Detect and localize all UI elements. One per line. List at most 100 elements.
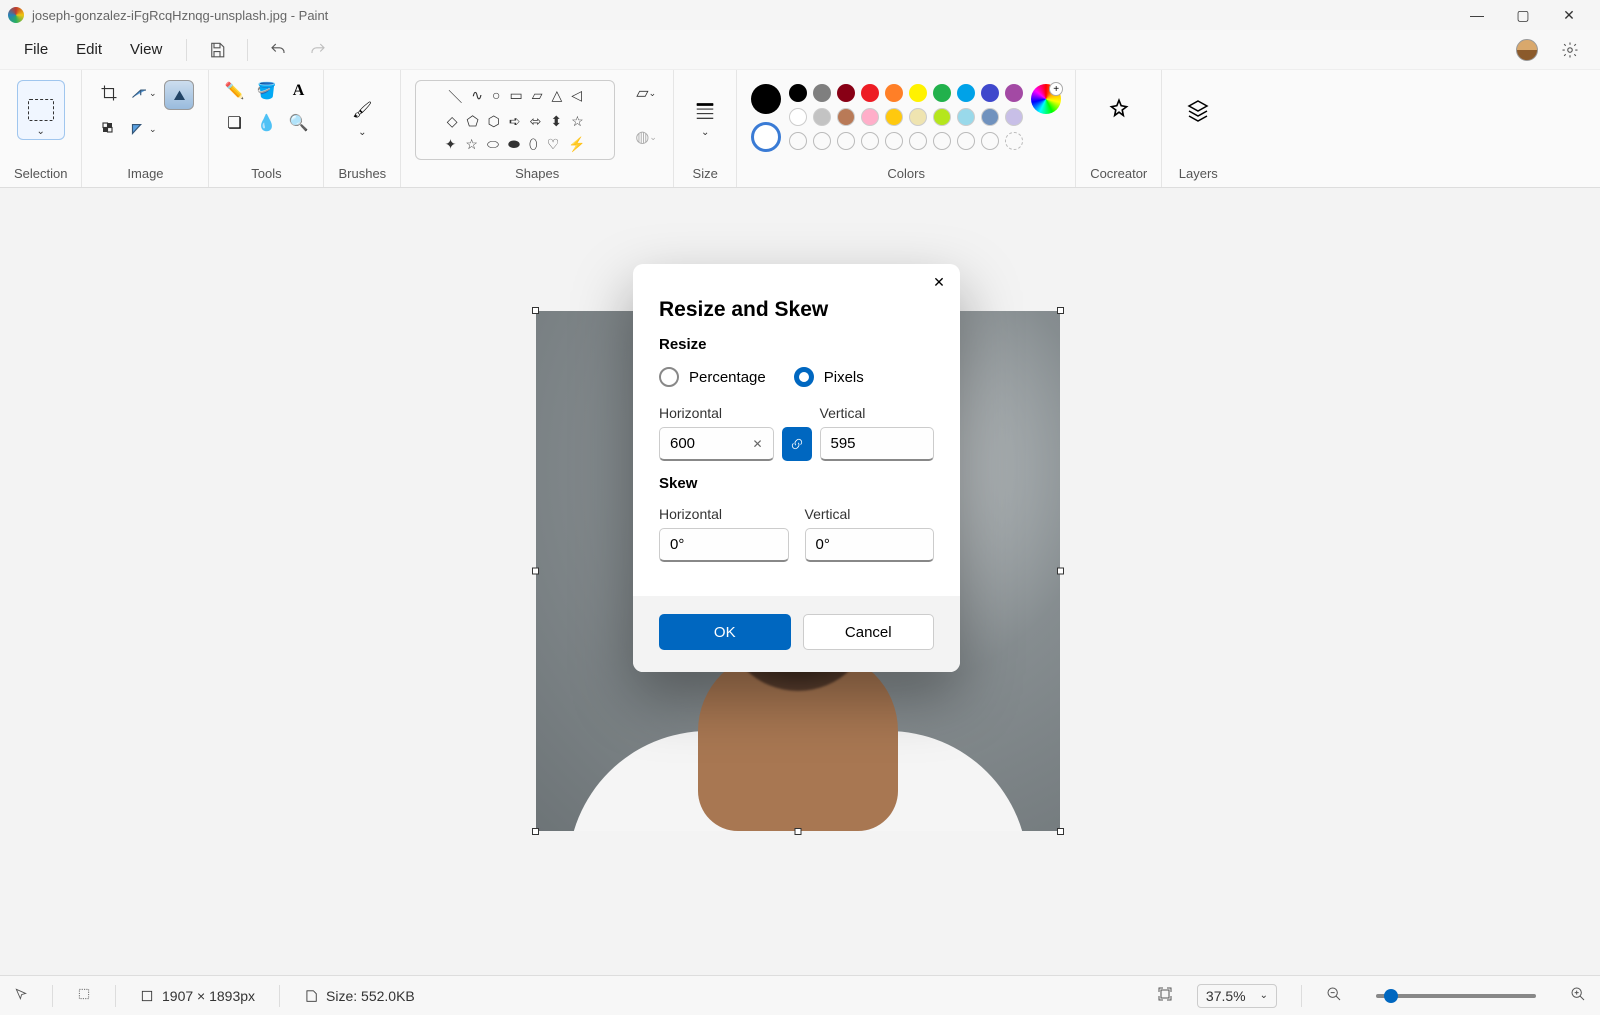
shapes-palette[interactable]: ＼∿○▭▱△◁ ◇⬠⬡➪⬄⬍☆ ✦☆⬭⬬⬯♡⚡ [415,80,615,160]
layers-button[interactable] [1176,80,1220,140]
color-swatch[interactable] [909,108,927,126]
color-swatch[interactable] [933,84,951,102]
maximize-button[interactable]: ▢ [1500,0,1546,30]
group-cocreator: Cocreator [1076,70,1162,187]
rotate-icon[interactable]: ⌄ [130,116,156,142]
text-icon[interactable]: A [287,80,309,102]
radio-pixels[interactable]: Pixels [794,367,864,387]
empty-color-slot[interactable] [957,132,975,150]
horizontal-input[interactable]: 600✕ [659,427,774,461]
eraser-icon[interactable]: ❏ [223,112,245,134]
crop-icon[interactable] [96,80,122,106]
group-brushes: 🖌⌄ Brushes [324,70,401,187]
zoom-in-icon[interactable] [1570,986,1586,1006]
empty-color-slot[interactable] [861,132,879,150]
group-layers: Layers [1162,70,1234,187]
resize-icon[interactable]: ⌄ [130,80,156,106]
empty-color-slot[interactable] [885,132,903,150]
edit-colors-icon[interactable] [1031,84,1061,114]
magnifier-icon[interactable]: 🔍 [287,112,309,134]
color-swatch[interactable] [861,84,879,102]
menu-view[interactable]: View [116,35,176,64]
skew-vertical-input[interactable]: 0° [805,528,935,562]
fill-icon[interactable]: 🪣 [255,80,277,102]
color-palette [789,84,1023,150]
resize-handle[interactable] [532,828,539,835]
close-window-button[interactable]: ✕ [1546,0,1592,30]
transparent-selection-icon[interactable] [96,116,122,142]
color-swatch[interactable] [981,84,999,102]
empty-color-slot[interactable] [789,132,807,150]
minimize-button[interactable]: ― [1454,0,1500,30]
undo-icon[interactable] [262,34,294,66]
resize-handle[interactable] [1057,307,1064,314]
image-preview-icon[interactable] [164,80,194,110]
size-button[interactable]: ⌄ [688,80,722,140]
file-size: Size: 552.0KB [304,988,415,1004]
color-swatch[interactable] [837,84,855,102]
color-1[interactable] [751,84,781,114]
color-swatch[interactable] [861,108,879,126]
color-swatch[interactable] [957,108,975,126]
brushes-button[interactable]: 🖌⌄ [345,80,379,140]
zoom-slider[interactable] [1376,994,1536,998]
resize-handle[interactable] [795,828,802,835]
color-swatch[interactable] [837,108,855,126]
empty-color-slot[interactable] [909,132,927,150]
group-colors: Colors [737,70,1076,187]
vertical-input[interactable]: 595 [820,427,935,461]
maintain-aspect-button[interactable] [782,427,812,461]
color-swatch[interactable] [933,108,951,126]
zoom-combo[interactable]: 37.5%⌄ [1197,984,1277,1008]
color-swatch[interactable] [1005,108,1023,126]
shape-fill-icon[interactable]: ◍ ⌄ [633,124,659,150]
eyedropper-icon[interactable]: 💧 [255,112,277,134]
skew-horizontal-input[interactable]: 0° [659,528,789,562]
empty-color-slot[interactable] [981,132,999,150]
color-swatch[interactable] [885,84,903,102]
resize-handle[interactable] [1057,828,1064,835]
shape-outline-icon[interactable]: ▱ ⌄ [633,80,659,106]
color-swatch[interactable] [981,108,999,126]
settings-icon[interactable] [1554,34,1586,66]
cancel-button[interactable]: Cancel [803,614,935,650]
empty-color-slot[interactable] [933,132,951,150]
resize-section-label: Resize [659,336,934,353]
ok-button[interactable]: OK [659,614,791,650]
empty-color-slot[interactable] [813,132,831,150]
dialog-close-button[interactable]: ✕ [924,268,954,296]
zoom-out-icon[interactable] [1326,986,1342,1006]
color-swatch[interactable] [789,84,807,102]
menu-file[interactable]: File [10,35,62,64]
cocreator-button[interactable] [1097,80,1141,140]
color-swatch[interactable] [813,84,831,102]
resize-handle[interactable] [532,307,539,314]
save-icon[interactable] [201,34,233,66]
color-swatch[interactable] [789,108,807,126]
skew-horizontal-label: Horizontal [659,506,789,522]
group-selection: ⌄ Selection [0,70,82,187]
menu-edit[interactable]: Edit [62,35,116,64]
menu-bar: File Edit View [0,30,1600,70]
empty-color-slot[interactable] [1005,132,1023,150]
selection-tool[interactable]: ⌄ [17,80,65,140]
fit-to-screen-icon[interactable] [1157,986,1173,1006]
group-tools: ✏️ 🪣 A ❏ 💧 🔍 Tools [209,70,324,187]
empty-color-slot[interactable] [837,132,855,150]
color-swatch[interactable] [957,84,975,102]
color-2[interactable] [751,122,781,152]
ribbon: ⌄ Selection ⌄ ⌄ Image ✏️ [0,70,1600,188]
resize-handle[interactable] [1057,568,1064,575]
pencil-icon[interactable]: ✏️ [223,80,245,102]
color-swatch[interactable] [1005,84,1023,102]
color-swatch[interactable] [909,84,927,102]
radio-percentage[interactable]: Percentage [659,367,766,387]
vertical-label: Vertical [820,405,935,421]
resize-handle[interactable] [532,568,539,575]
color-swatch[interactable] [813,108,831,126]
group-shapes: ＼∿○▭▱△◁ ◇⬠⬡➪⬄⬍☆ ✦☆⬭⬬⬯♡⚡ ▱ ⌄ ◍ ⌄ Shapes [401,70,674,187]
redo-icon[interactable] [302,34,334,66]
clear-icon[interactable]: ✕ [752,437,762,451]
user-avatar[interactable] [1516,39,1538,61]
color-swatch[interactable] [885,108,903,126]
